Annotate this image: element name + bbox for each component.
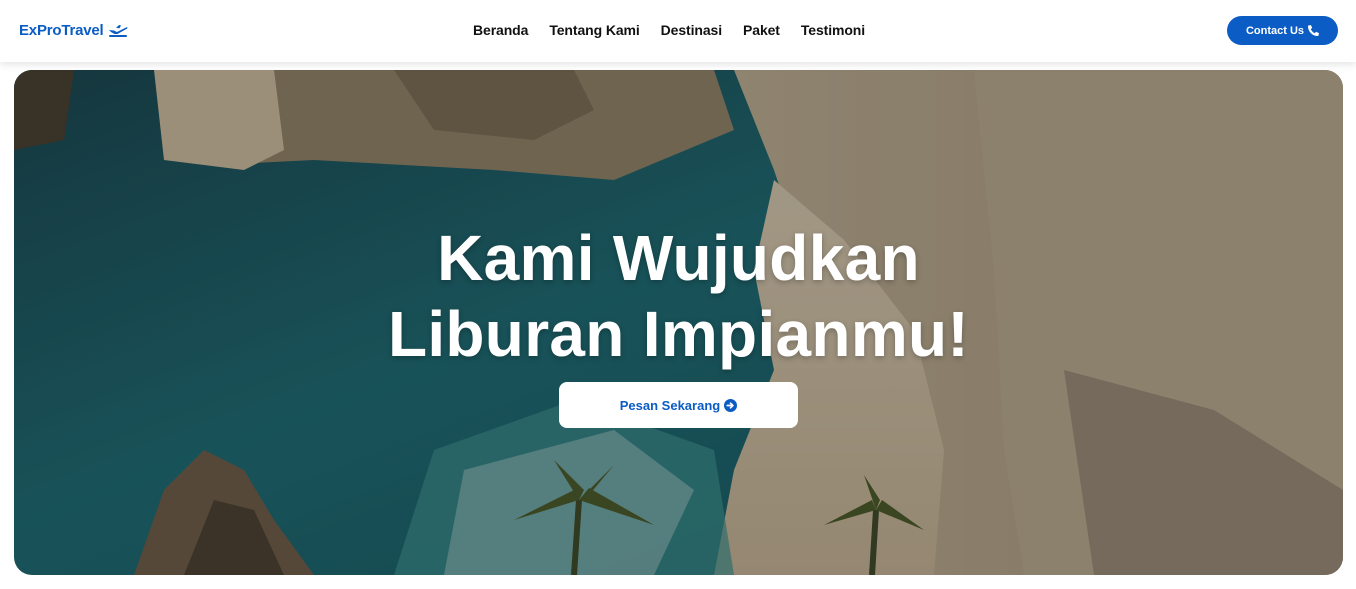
brand-name: ExProTravel bbox=[19, 21, 104, 39]
nav-tentang-kami[interactable]: Tentang Kami bbox=[549, 22, 639, 38]
hero-banner: Kami Wujudkan Liburan Impianmu! Pesan Se… bbox=[14, 70, 1343, 575]
brand-logo[interactable]: ExProTravel bbox=[19, 20, 128, 40]
hero-title-line-1: Kami Wujudkan bbox=[437, 222, 920, 294]
navbar: ExProTravel Beranda Tentang Kami Destina… bbox=[0, 0, 1356, 62]
nav-testimoni[interactable]: Testimoni bbox=[801, 22, 865, 38]
contact-us-button[interactable]: Contact Us bbox=[1227, 16, 1338, 45]
plane-departure-icon bbox=[108, 25, 128, 37]
hero-title: Kami Wujudkan Liburan Impianmu! bbox=[14, 220, 1343, 372]
hero-title-line-2: Liburan Impianmu! bbox=[387, 298, 970, 370]
nav-beranda[interactable]: Beranda bbox=[473, 22, 528, 38]
phone-icon bbox=[1308, 25, 1319, 36]
contact-us-label: Contact Us bbox=[1245, 24, 1305, 37]
nav-destinasi[interactable]: Destinasi bbox=[661, 22, 722, 38]
pesan-sekarang-label: Pesan Sekarang bbox=[619, 397, 721, 413]
arrow-circle-right-icon bbox=[724, 398, 738, 412]
pesan-sekarang-button[interactable]: Pesan Sekarang bbox=[559, 382, 798, 428]
nav-paket[interactable]: Paket bbox=[743, 22, 780, 38]
main-nav: Beranda Tentang Kami Destinasi Paket Tes… bbox=[473, 20, 865, 40]
